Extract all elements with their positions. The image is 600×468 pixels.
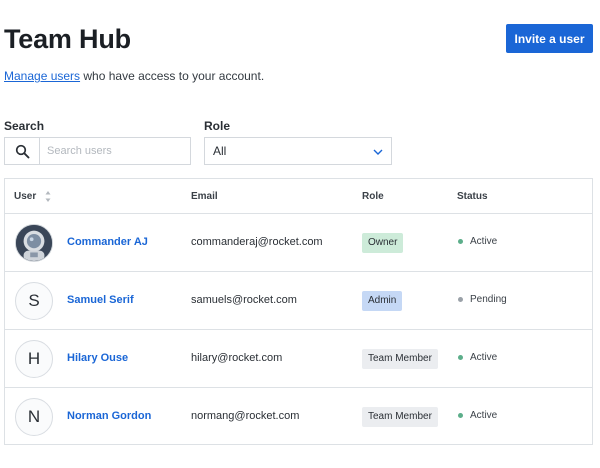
avatar: N — [15, 398, 53, 436]
status-text: Active — [470, 352, 498, 363]
page-description: Manage users who have access to your acc… — [4, 69, 264, 83]
avatar: S — [15, 282, 53, 320]
table-row: N Norman Gordon normang@rocket.com Team … — [5, 388, 592, 445]
search-icon[interactable] — [5, 138, 40, 164]
status-indicator: Active — [458, 352, 497, 363]
search-field[interactable] — [4, 137, 191, 165]
sort-icon[interactable] — [45, 190, 51, 203]
astronaut-icon — [16, 225, 52, 261]
role-badge: Team Member — [362, 349, 438, 369]
page-title: Team Hub — [4, 24, 131, 54]
table-row: S Samuel Serif samuels@rocket.com Admin … — [5, 272, 592, 330]
status-dot — [458, 355, 463, 360]
column-header-role: Role — [362, 191, 384, 202]
status-indicator: Active — [458, 410, 497, 421]
user-email: commanderaj@rocket.com — [191, 236, 323, 248]
description-text: who have access to your account. — [80, 69, 265, 83]
role-badge: Owner — [362, 233, 404, 253]
search-label: Search — [4, 119, 45, 133]
role-badge: Admin — [362, 291, 403, 311]
role-select-value: All — [213, 144, 227, 158]
role-label: Role — [204, 119, 231, 133]
status-indicator: Active — [458, 236, 497, 247]
column-header-status: Status — [457, 191, 488, 202]
status-text: Pending — [470, 294, 507, 305]
manage-users-link[interactable]: Manage users — [4, 69, 80, 83]
avatar: H — [15, 340, 53, 378]
avatar — [15, 224, 53, 262]
user-name-link[interactable]: Samuel Serif — [67, 294, 134, 306]
column-header-user[interactable]: User — [14, 191, 36, 202]
table-row: Commander AJ commanderaj@rocket.com Owne… — [5, 214, 592, 272]
users-table: User Email Role Status Commander AJ comm… — [4, 178, 593, 445]
status-text: Active — [470, 410, 498, 421]
table-header: User Email Role Status — [5, 179, 592, 214]
search-input[interactable] — [40, 138, 190, 164]
invite-user-button[interactable]: Invite a user — [506, 24, 593, 53]
table-row: H Hilary Ouse hilary@rocket.com Team Mem… — [5, 330, 592, 388]
role-select[interactable]: All — [204, 137, 392, 165]
user-name-link[interactable]: Norman Gordon — [67, 410, 151, 422]
role-badge: Team Member — [362, 407, 438, 427]
user-email: normang@rocket.com — [191, 410, 300, 422]
chevron-down-icon — [373, 144, 383, 158]
status-text: Active — [470, 236, 498, 247]
user-email: hilary@rocket.com — [191, 352, 283, 364]
user-name-link[interactable]: Hilary Ouse — [67, 352, 128, 364]
user-email: samuels@rocket.com — [191, 294, 297, 306]
status-dot — [458, 413, 463, 418]
column-header-email: Email — [191, 191, 218, 202]
user-name-link[interactable]: Commander AJ — [67, 236, 148, 248]
status-indicator: Pending — [458, 294, 507, 305]
status-dot — [458, 239, 463, 244]
status-dot — [458, 297, 463, 302]
